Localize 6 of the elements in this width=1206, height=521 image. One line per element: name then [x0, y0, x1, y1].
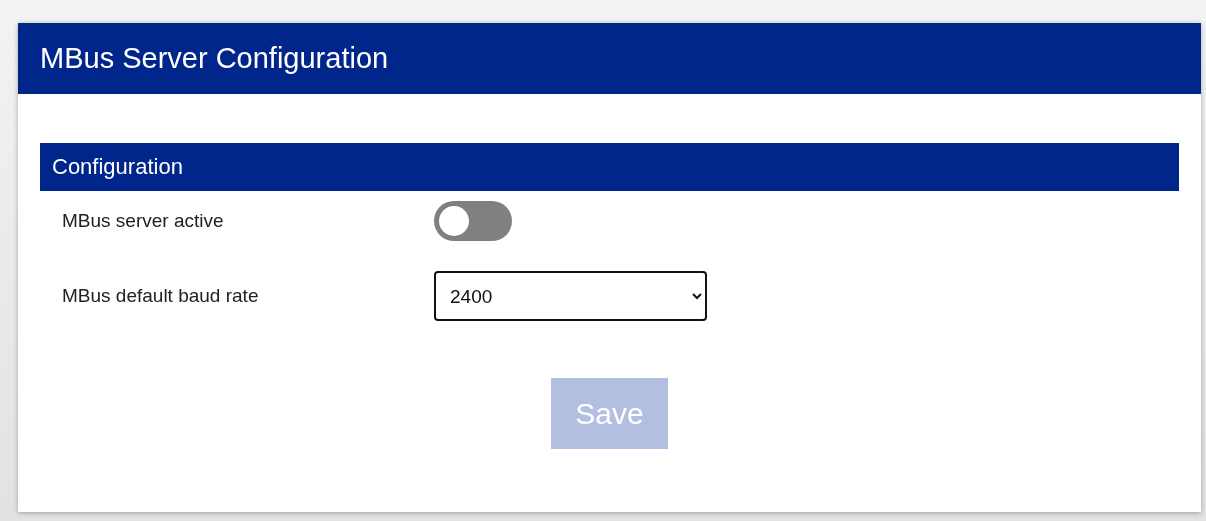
section-title: Configuration: [52, 154, 183, 180]
baud-rate-select[interactable]: 2400: [434, 271, 707, 321]
field-label: MBus default baud rate: [62, 285, 260, 307]
field-label: MBus server active: [62, 210, 225, 232]
toggle-switch[interactable]: [434, 201, 512, 241]
window-title: MBus Server Configuration: [40, 42, 389, 75]
